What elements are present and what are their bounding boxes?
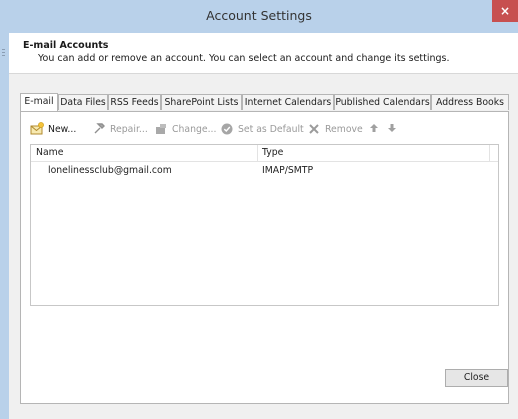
column-divider[interactable] — [257, 145, 258, 161]
account-toolbar: New... Repair... Change... Set as Defaul… — [30, 121, 500, 137]
repair-label: Repair... — [110, 123, 148, 135]
column-header-name[interactable]: Name — [36, 147, 63, 158]
arrow-down-icon — [387, 122, 397, 137]
set-default-button[interactable]: Set as Default — [220, 121, 304, 137]
resize-grip — [2, 55, 5, 56]
tab-internet-calendars[interactable]: Internet Calendars — [242, 94, 334, 110]
section-title: E-mail Accounts — [23, 40, 109, 51]
change-icon — [154, 122, 168, 136]
account-row[interactable]: lonelinessclub@gmail.com IMAP/SMTP — [31, 162, 498, 178]
dialog-header: E-mail Accounts You can add or remove an… — [9, 33, 518, 73]
remove-button[interactable]: Remove — [307, 121, 363, 137]
new-account-button[interactable]: New... — [30, 121, 76, 137]
change-button[interactable]: Change... — [154, 121, 216, 137]
tab-published-calendars[interactable]: Published Calendars — [334, 94, 431, 110]
resize-grip — [2, 52, 5, 53]
tab-rss-feeds[interactable]: RSS Feeds — [108, 94, 161, 110]
window-left-border — [0, 33, 9, 419]
remove-x-icon — [307, 122, 321, 136]
change-label: Change... — [172, 123, 217, 135]
column-divider[interactable] — [489, 145, 490, 161]
resize-grip — [2, 49, 5, 50]
tab-sharepoint-lists[interactable]: SharePoint Lists — [161, 94, 242, 110]
arrow-up-icon — [369, 122, 379, 137]
title-bar: Account Settings × — [0, 0, 518, 33]
window-close-button[interactable]: × — [492, 0, 518, 22]
move-down-button[interactable] — [387, 121, 397, 137]
repair-button[interactable]: Repair... — [92, 121, 148, 137]
close-button[interactable]: Close — [445, 369, 508, 387]
tab-data-files[interactable]: Data Files — [58, 94, 108, 110]
header-divider — [9, 73, 518, 74]
account-type: IMAP/SMTP — [262, 165, 314, 176]
window-title: Account Settings — [206, 8, 312, 23]
set-default-label: Set as Default — [238, 123, 304, 135]
tab-address-books[interactable]: Address Books — [431, 94, 509, 110]
dialog-body: E-mail Accounts You can add or remove an… — [9, 33, 518, 419]
new-mail-icon — [30, 122, 44, 136]
column-header-type[interactable]: Type — [262, 147, 283, 158]
account-list[interactable]: Name Type lonelinessclub@gmail.com IMAP/… — [30, 144, 499, 306]
section-description: You can add or remove an account. You ca… — [38, 53, 450, 64]
move-up-button[interactable] — [369, 121, 379, 137]
list-header: Name Type — [31, 145, 498, 162]
remove-label: Remove — [325, 123, 363, 135]
email-tab-panel: New... Repair... Change... Set as Defaul… — [20, 111, 509, 404]
repair-icon — [92, 122, 106, 136]
check-circle-icon — [220, 122, 234, 136]
new-account-label: New... — [48, 123, 77, 135]
account-name: lonelinessclub@gmail.com — [48, 165, 172, 176]
tab-email[interactable]: E-mail — [20, 93, 58, 111]
